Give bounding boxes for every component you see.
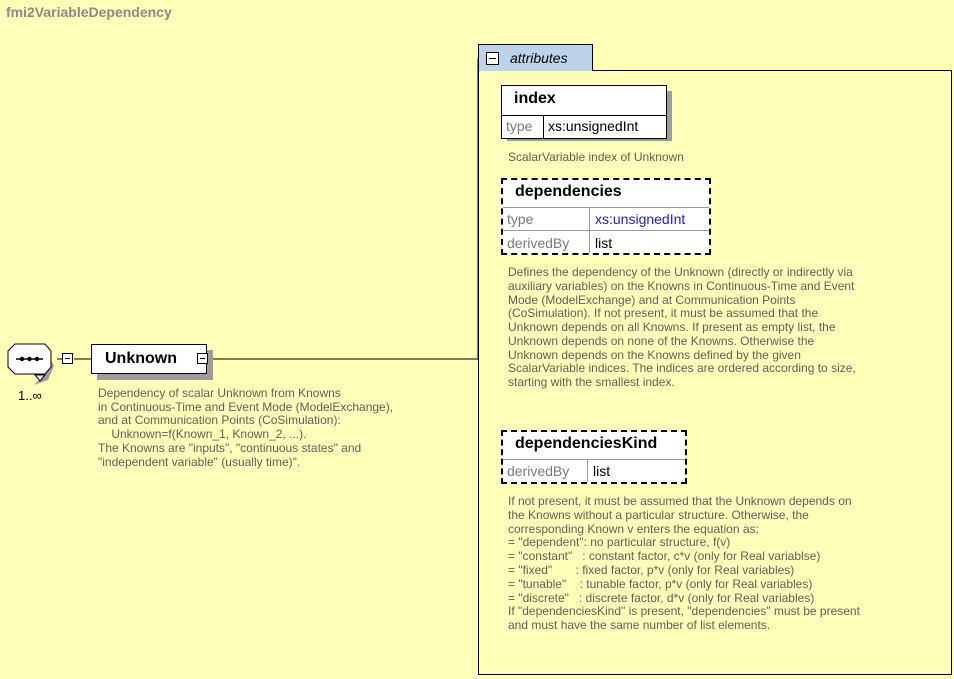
attribute-prop-value: xs:unsignedInt <box>548 118 639 134</box>
attribute-prop-value[interactable]: xs:unsignedInt <box>595 211 685 227</box>
attribute-dependencieskind[interactable]: dependenciesKind derivedBy list <box>501 430 687 484</box>
sequence-collapse-icon[interactable] <box>62 353 73 364</box>
attribute-description: ScalarVariable index of Unknown <box>508 150 684 164</box>
attribute-description: If not present, it must be assumed that … <box>508 494 860 633</box>
element-description: Dependency of scalar Unknown from Knowns… <box>98 386 394 469</box>
attribute-prop-value: list <box>593 463 611 479</box>
attribute-prop-key: type <box>506 118 533 134</box>
attribute-prop-key: derivedBy <box>507 235 570 251</box>
attributes-group-label: attributes <box>510 50 568 66</box>
element-collapse-icon[interactable] <box>197 353 208 364</box>
attribute-name: dependenciesKind <box>515 435 658 452</box>
attribute-prop-key: derivedBy <box>507 463 570 479</box>
attributes-group-tab[interactable]: attributes <box>478 44 593 71</box>
attribute-name: index <box>514 90 556 107</box>
attribute-description: Defines the dependency of the Unknown (d… <box>508 265 856 389</box>
sequence-multiplicity: 1..∞ <box>18 388 42 403</box>
attributes-collapse-icon[interactable] <box>486 52 499 65</box>
sequence-compositor[interactable] <box>7 343 57 385</box>
attribute-prop-key: type <box>507 211 534 227</box>
attribute-dependencies[interactable]: dependencies type xs:unsignedInt derived… <box>501 178 711 255</box>
attribute-prop-value: list <box>595 235 613 251</box>
attribute-name: dependencies <box>515 183 622 200</box>
element-unknown[interactable]: Unknown <box>91 344 207 374</box>
attribute-index[interactable]: index type xs:unsignedInt <box>501 85 667 139</box>
element-name: Unknown <box>105 350 177 367</box>
